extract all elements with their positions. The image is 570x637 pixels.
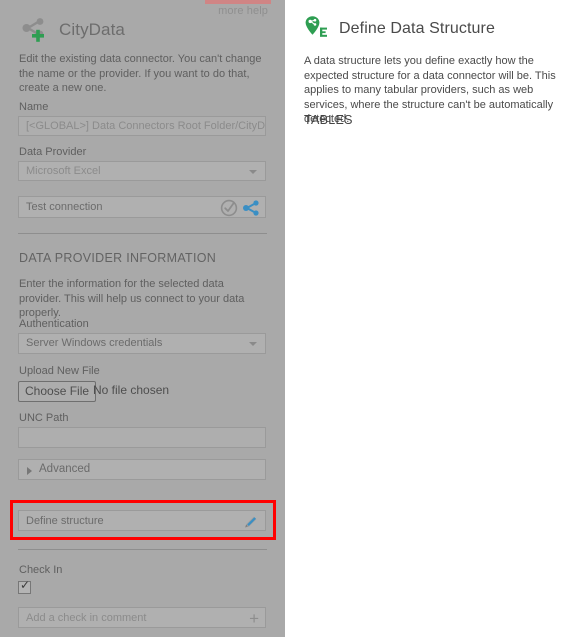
data-provider-select[interactable]: Microsoft Excel xyxy=(18,161,266,181)
define-data-structure-panel: Define Data Structure A data structure l… xyxy=(285,0,570,637)
data-provider-value: Microsoft Excel xyxy=(26,165,101,177)
authentication-value: Server Windows credentials xyxy=(26,337,163,349)
test-connection-button[interactable]: Test connection xyxy=(18,196,266,218)
file-status-text: No file chosen xyxy=(93,383,170,397)
check-in-label: Check In xyxy=(19,564,63,576)
connector-title: CityData xyxy=(59,20,125,39)
advanced-label: Advanced xyxy=(39,463,91,475)
structure-header: Define Data Structure xyxy=(303,14,495,43)
unc-path-field-label: UNC Path xyxy=(19,412,69,424)
name-input[interactable]: [<GLOBAL>] Data Connectors Root Folder/C… xyxy=(18,116,266,136)
upload-field-label: Upload New File xyxy=(19,365,100,377)
check-in-checkbox[interactable]: ✓ xyxy=(18,578,31,594)
choose-file-button[interactable]: Choose File xyxy=(18,381,97,402)
unc-path-input[interactable] xyxy=(18,427,266,448)
plus-icon[interactable]: + xyxy=(249,609,259,628)
test-connection-label: Test connection xyxy=(26,201,103,213)
connector-description: Edit the existing data connector. You ca… xyxy=(19,53,262,94)
define-structure-highlight xyxy=(10,500,276,540)
name-field-label: Name xyxy=(19,101,49,113)
more-help-link[interactable]: more help xyxy=(218,5,268,17)
chevron-down-icon xyxy=(249,342,257,346)
advanced-section-toggle[interactable]: Advanced xyxy=(18,459,266,480)
authentication-field-label: Authentication xyxy=(19,318,89,330)
divider xyxy=(18,549,267,550)
data-connector-add-icon xyxy=(19,16,49,44)
chevron-right-icon xyxy=(27,467,32,475)
tables-section-title: TABLES xyxy=(304,113,353,127)
define-data-structure-icon xyxy=(303,14,329,43)
check-in-comment-placeholder: Add a check in comment xyxy=(26,612,147,624)
divider xyxy=(18,233,267,234)
data-provider-section-title: DATA PROVIDER INFORMATION xyxy=(19,251,217,265)
connector-header: CityData xyxy=(19,16,125,44)
authentication-select[interactable]: Server Windows credentials xyxy=(18,333,266,354)
data-provider-field-label: Data Provider xyxy=(19,146,87,158)
data-connector-panel: more help CityData Edit the existing dat… xyxy=(0,0,285,637)
chevron-down-icon xyxy=(249,170,257,174)
check-in-comment-input[interactable]: Add a check in comment + xyxy=(18,607,266,628)
checkmark-icon: ✓ xyxy=(20,578,31,592)
connector-icon xyxy=(241,198,261,221)
help-accent-bar xyxy=(205,0,271,4)
check-circle-icon xyxy=(219,198,239,221)
structure-title: Define Data Structure xyxy=(339,19,495,37)
data-provider-section-description: Enter the information for the selected d… xyxy=(19,278,245,319)
